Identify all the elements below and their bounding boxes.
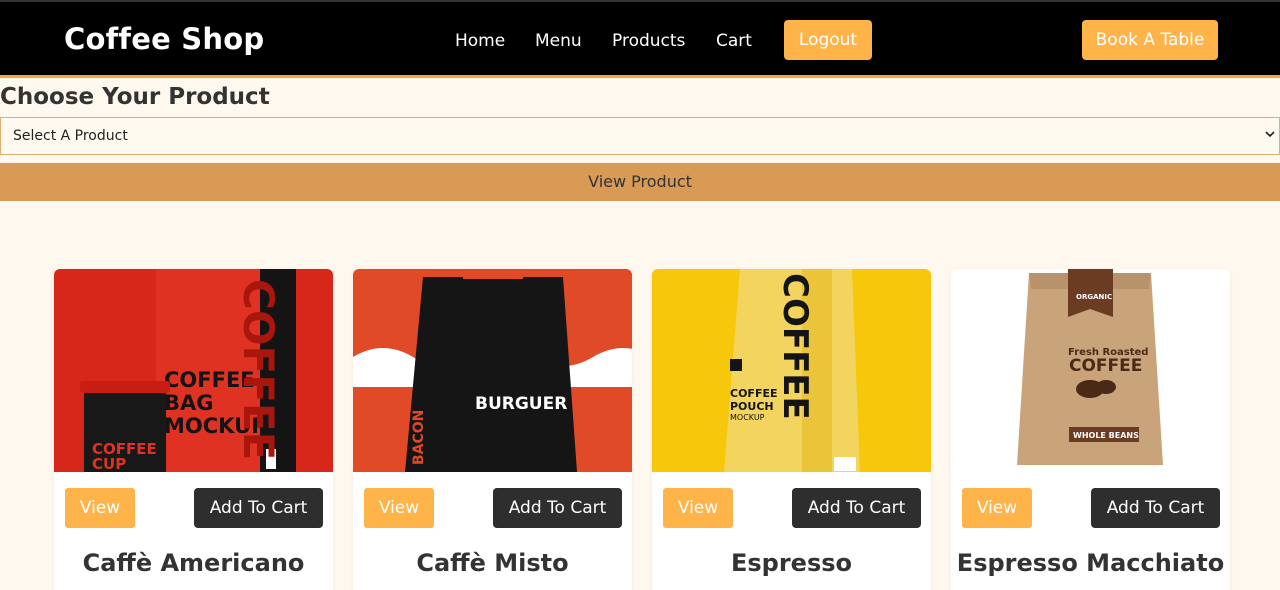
pouch-text-pouch: POUCH bbox=[730, 400, 774, 413]
pouch-side-text: COFFEE bbox=[775, 273, 815, 420]
bag-side-text: COFFEE bbox=[234, 279, 283, 460]
product-card: COFFEE BAG MOCKUP COFFEE COFFEE CUP View… bbox=[54, 269, 333, 590]
view-button[interactable]: View bbox=[65, 488, 135, 528]
bag-text-bacon: BACON bbox=[411, 410, 427, 465]
bag-text-coffee: COFFEE bbox=[1069, 356, 1142, 376]
cup-text-cup: CUP bbox=[92, 455, 126, 472]
product-select[interactable]: Select A Product bbox=[0, 117, 1280, 155]
add-to-cart-button[interactable]: Add To Cart bbox=[792, 488, 921, 528]
view-button[interactable]: View bbox=[663, 488, 733, 528]
bag-text-whole-beans: WHOLE BEANS bbox=[1073, 431, 1139, 440]
nav-home[interactable]: Home bbox=[455, 31, 505, 51]
product-name: Caffè Misto bbox=[416, 549, 569, 577]
book-table-button[interactable]: Book A Table bbox=[1082, 20, 1218, 60]
choose-product-heading: Choose Your Product bbox=[0, 84, 270, 110]
chevron-down-icon bbox=[1265, 131, 1275, 138]
add-to-cart-button[interactable]: Add To Cart bbox=[1091, 488, 1220, 528]
product-image-coffee-bag[interactable]: COFFEE BAG MOCKUP COFFEE COFFEE CUP bbox=[54, 269, 333, 472]
product-name: Espresso Macchiato bbox=[956, 549, 1225, 577]
top-navbar: Coffee Shop Home Menu Products Cart Logo… bbox=[0, 0, 1280, 78]
pouch-text-mockup: MOCKUP bbox=[730, 413, 765, 422]
bag-text-bag: BAG bbox=[164, 391, 214, 415]
pouch-text-coffee: COFFEE bbox=[730, 387, 777, 400]
product-image-burger-bag[interactable]: BURGUER BACON bbox=[353, 269, 632, 472]
product-card: BURGUER BACON View Add To Cart Caffè Mis… bbox=[353, 269, 632, 590]
logout-button[interactable]: Logout bbox=[784, 20, 872, 60]
brand-logo[interactable]: Coffee Shop bbox=[64, 22, 264, 56]
product-name: Caffè Americano bbox=[82, 549, 305, 577]
add-to-cart-button[interactable]: Add To Cart bbox=[493, 488, 622, 528]
bag-text-burguer: BURGUER bbox=[475, 394, 567, 414]
product-image-coffee-pouch[interactable]: COFFEE POUCH MOCKUP COFFEE bbox=[652, 269, 931, 472]
view-button[interactable]: View bbox=[364, 488, 434, 528]
product-image-kraft-bag[interactable]: ORGANIC Fresh Roasted COFFEE WHOLE BEANS bbox=[951, 269, 1230, 472]
view-product-button[interactable]: View Product bbox=[0, 163, 1280, 201]
nav-menu[interactable]: Menu bbox=[535, 31, 582, 51]
product-card: COFFEE POUCH MOCKUP COFFEE View Add To C… bbox=[652, 269, 931, 590]
nav-products[interactable]: Products bbox=[612, 31, 685, 51]
product-card: ORGANIC Fresh Roasted COFFEE WHOLE BEANS… bbox=[951, 269, 1230, 590]
add-to-cart-button[interactable]: Add To Cart bbox=[194, 488, 323, 528]
product-name: Espresso bbox=[730, 549, 853, 577]
view-button[interactable]: View bbox=[962, 488, 1032, 528]
bag-text-organic: ORGANIC bbox=[1076, 293, 1112, 301]
product-select-value: Select A Product bbox=[13, 128, 128, 144]
nav-cart[interactable]: Cart bbox=[716, 31, 752, 51]
